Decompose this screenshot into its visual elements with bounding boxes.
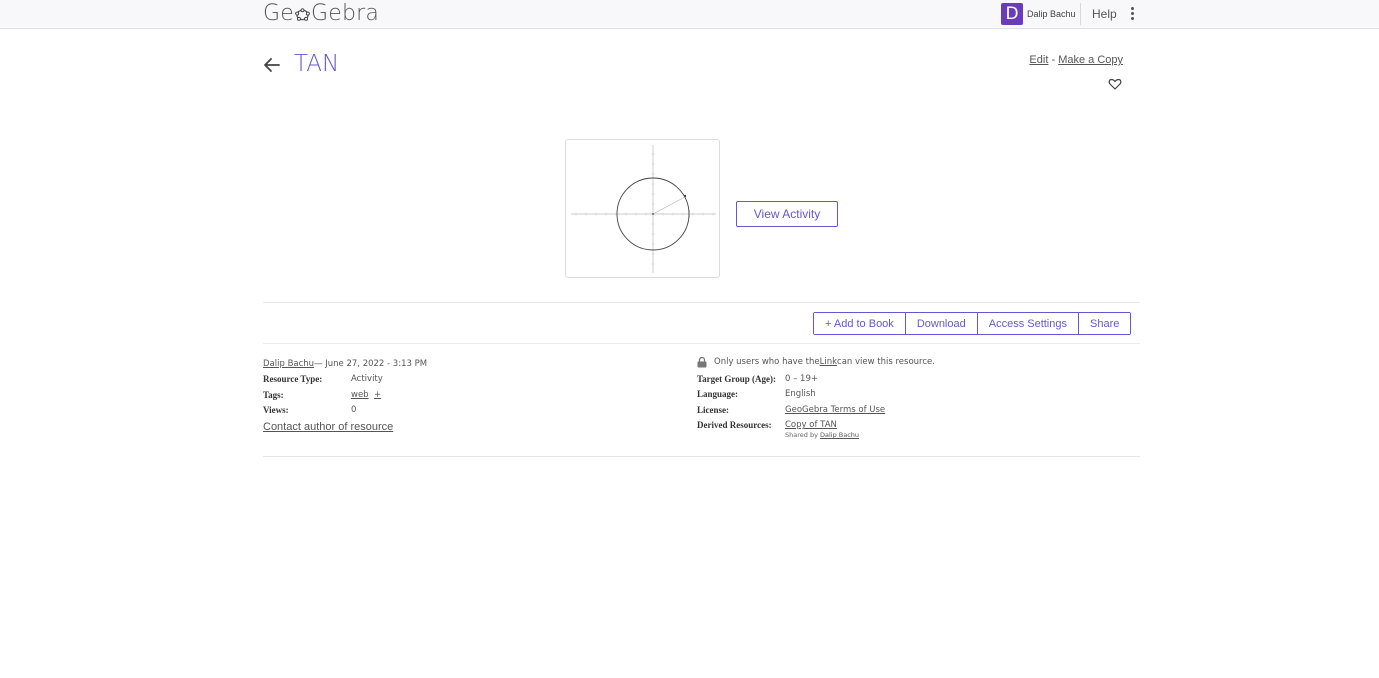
derived-resources-label: Derived Resources: (697, 420, 772, 431)
activity-preview-thumbnail[interactable] (565, 139, 720, 278)
lock-icon (697, 356, 707, 367)
edit-links: Edit - Make a Copy (1029, 54, 1123, 66)
more-menu-icon[interactable] (1126, 6, 1138, 22)
access-settings-button[interactable]: Access Settings (976, 313, 1078, 334)
top-bar: Ge Gebra D Dalip Bachu Help (0, 0, 1379, 29)
contact-author-link[interactable]: Contact author of resource (263, 421, 427, 433)
geogebra-logo[interactable]: Ge Gebra (263, 1, 379, 26)
divider (263, 343, 1140, 344)
language-value: English (785, 389, 816, 400)
unit-circle-graph (571, 145, 716, 273)
divider (263, 302, 1140, 303)
views-label: Views: (263, 405, 289, 416)
shared-by-link[interactable]: Dalip Bachu (820, 431, 859, 439)
add-to-book-button[interactable]: + Add to Book (814, 313, 905, 334)
shared-by: Shared by Dalip Bachu (785, 431, 935, 439)
shared-by-label: Shared by (785, 431, 820, 439)
derived-resource-link[interactable]: Copy of TAN (785, 420, 837, 430)
edit-link[interactable]: Edit (1029, 54, 1048, 66)
help-link[interactable]: Help (1092, 7, 1117, 21)
access-link[interactable]: Link (820, 357, 837, 367)
logo-text-start: Ge (263, 1, 294, 26)
language-label: Language: (697, 389, 739, 400)
access-text-end: can view this resource. (837, 357, 935, 367)
access-text-start: Only users who have the (714, 357, 820, 367)
resource-type-value: Activity (351, 374, 383, 385)
user-name: Dalip Bachu (1027, 9, 1076, 19)
geogebra-logo-icon (295, 8, 310, 21)
target-group-value: 0 – 19+ (785, 373, 818, 384)
edit-separator: - (1051, 54, 1056, 66)
tag-link[interactable]: web (351, 390, 369, 400)
resource-meta-right: Only users who have the Link can view th… (697, 355, 935, 439)
resource-actions: + Add to Book Download Access Settings S… (813, 312, 1132, 335)
download-button[interactable]: Download (904, 313, 977, 334)
share-button[interactable]: Share (1078, 313, 1131, 334)
user-menu[interactable]: D Dalip Bachu (1001, 3, 1076, 25)
favorite-heart-icon[interactable] (1108, 77, 1122, 91)
author-link[interactable]: Dalip Bachu (263, 359, 314, 369)
license-link[interactable]: GeoGebra Terms of Use (785, 405, 885, 415)
view-activity-button[interactable]: View Activity (736, 201, 838, 227)
resource-type-label: Resource Type: (263, 374, 323, 385)
tags-label: Tags: (263, 389, 284, 400)
divider (263, 456, 1140, 457)
make-copy-link[interactable]: Make a Copy (1058, 54, 1123, 66)
license-label: License: (697, 404, 729, 415)
page-title: TAN (294, 51, 340, 77)
logo-text-end: Gebra (310, 1, 380, 26)
target-group-label: Target Group (Age): (697, 373, 776, 384)
avatar: D (1001, 3, 1023, 25)
created-date: — June 27, 2022 - 3:13 PM (314, 358, 428, 369)
back-arrow-icon[interactable] (262, 55, 282, 75)
views-count: 0 (351, 405, 357, 416)
resource-meta-left: Dalip Bachu — June 27, 2022 - 3:13 PM Re… (263, 356, 427, 433)
add-tag-link[interactable]: + (374, 390, 381, 400)
header-divider (1080, 3, 1081, 25)
